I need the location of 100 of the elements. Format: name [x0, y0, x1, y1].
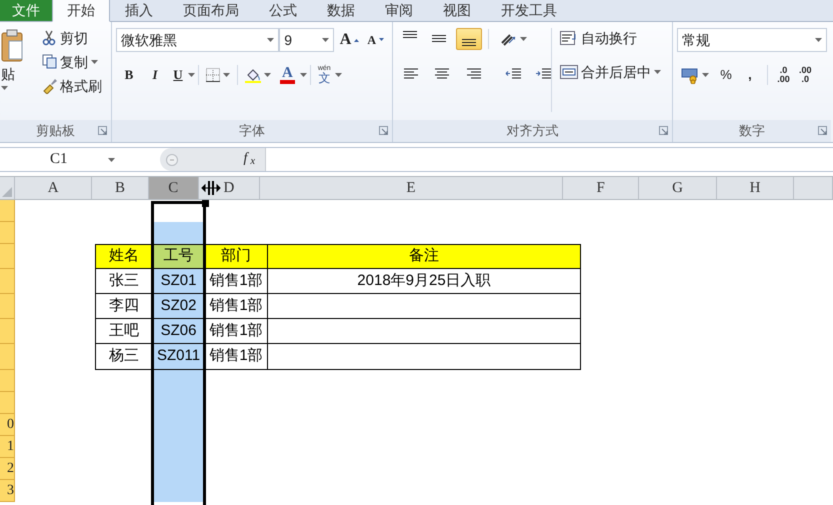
align-top-icon: [403, 31, 417, 38]
table-cell: 销售1部: [205, 269, 268, 294]
caret-icon[interactable]: [267, 38, 274, 42]
triangle-icon: [379, 38, 384, 42]
ribbon-tab[interactable]: 页面布局: [168, 0, 254, 21]
table-cell: SZ02: [153, 294, 205, 319]
ribbon-tab[interactable]: 插入: [110, 0, 168, 21]
align-bottom-icon: [462, 39, 476, 46]
table-cell: 2018年9月25日入职: [268, 269, 581, 294]
number-format-field[interactable]: 常规: [677, 28, 827, 52]
ribbon-tab[interactable]: 数据: [312, 0, 370, 21]
group-label: 对齐方式: [506, 122, 558, 140]
table-cell: 销售1部: [205, 319, 268, 344]
group-label: 字体: [239, 122, 265, 140]
table-cell: SZ011: [153, 344, 205, 370]
money-icon: [681, 66, 699, 84]
font-size-field[interactable]: 9: [279, 28, 334, 52]
selected-cell: [153, 222, 205, 244]
copy-button[interactable]: 复制: [38, 52, 106, 73]
caret-icon[interactable]: [108, 158, 115, 162]
row-header[interactable]: 3: [0, 480, 15, 502]
row-header[interactable]: 2: [0, 458, 15, 480]
table-cell: 销售1部: [205, 344, 268, 370]
caret-icon[interactable]: [188, 72, 195, 76]
caret-icon[interactable]: [223, 72, 230, 76]
splitter-handle-icon[interactable]: [166, 154, 178, 166]
underline-button[interactable]: U: [168, 64, 188, 84]
paintbrush-icon: [42, 78, 57, 94]
triangle-icon: [354, 38, 360, 42]
selected-cell: [153, 370, 205, 392]
column-header[interactable]: F: [562, 177, 640, 199]
font-name-field[interactable]: 微软雅黑: [116, 28, 280, 52]
insert-function-button[interactable]: f$_{x}$: [239, 149, 259, 170]
decrease-decimal-button[interactable]: .00 .0: [796, 64, 814, 86]
increase-indent-icon: [535, 66, 552, 81]
wrap-text-button[interactable]: 自动换行: [556, 28, 665, 49]
caret-icon[interactable]: [815, 38, 822, 42]
caret-icon[interactable]: [91, 60, 98, 64]
table-cell: 李四: [95, 294, 153, 319]
caret-icon[interactable]: [264, 72, 271, 76]
name-box[interactable]: C1: [0, 148, 160, 171]
caret-icon[interactable]: [654, 70, 661, 74]
merge-cells-icon: [560, 64, 578, 80]
ribbon-tab[interactable]: 开发工具: [486, 0, 572, 21]
caret-icon[interactable]: [520, 37, 527, 41]
header-cell: 部门: [205, 244, 268, 269]
ribbon-tab[interactable]: 视图: [428, 0, 486, 21]
table-cell: 王吧: [95, 319, 153, 344]
table-cell: SZ01: [153, 269, 205, 294]
align-left-icon: [403, 66, 419, 81]
row-header[interactable]: 0: [0, 414, 15, 436]
shrink-font-button[interactable]: A: [363, 30, 388, 50]
wrap-text-icon: [560, 30, 578, 46]
table-cell: SZ06: [153, 319, 205, 344]
group-label: 数字: [739, 122, 765, 140]
percent-button[interactable]: %: [716, 65, 736, 85]
column-header[interactable]: G: [639, 177, 717, 199]
borders-icon: [206, 68, 220, 82]
table-cell: 销售1部: [205, 294, 268, 319]
caret-icon[interactable]: [1, 86, 8, 90]
increase-decimal-button[interactable]: .0 .00: [774, 64, 793, 86]
comma-style-button[interactable]: ,: [739, 66, 761, 84]
caret-icon[interactable]: [322, 38, 329, 42]
header-cell: 工号: [153, 244, 205, 269]
align-middle-icon: [432, 35, 446, 42]
header-cell: 姓名: [95, 244, 153, 269]
scissors-icon: [42, 30, 57, 46]
italic-button[interactable]: I: [142, 64, 168, 84]
dialog-launcher-icon[interactable]: [818, 126, 827, 135]
paint-bucket-icon: [245, 66, 261, 82]
bold-button[interactable]: B: [116, 64, 142, 84]
column-header[interactable]: C: [148, 177, 199, 199]
file-tab[interactable]: 文件: [0, 0, 52, 21]
dialog-launcher-icon[interactable]: [98, 126, 107, 135]
column-header[interactable]: E: [260, 177, 563, 199]
selected-cell: [153, 480, 205, 502]
resize-cursor-icon: [201, 180, 221, 196]
copy-icon: [42, 54, 57, 70]
fill-handle[interactable]: [202, 200, 209, 207]
dialog-launcher-icon[interactable]: [379, 126, 388, 135]
caret-icon[interactable]: [702, 73, 709, 77]
column-header[interactable]: H: [716, 177, 794, 199]
align-bottom-button[interactable]: [456, 28, 482, 50]
paste-button[interactable]: 贴: [0, 28, 24, 120]
grow-font-button[interactable]: A: [336, 28, 364, 52]
clipboard-icon: [1, 29, 23, 63]
font-color-button[interactable]: A: [275, 64, 300, 84]
ribbon-tab[interactable]: 开始: [52, 0, 110, 22]
row-header[interactable]: 1: [0, 436, 15, 458]
caret-icon[interactable]: [334, 72, 342, 76]
dialog-launcher-icon[interactable]: [659, 126, 668, 135]
caret-icon[interactable]: [300, 72, 307, 76]
align-right-icon: [466, 66, 482, 81]
merge-center-button[interactable]: 合并后居中: [556, 62, 665, 83]
cut-button[interactable]: 剪切: [38, 28, 106, 49]
format-painter-button[interactable]: 格式刷: [38, 76, 106, 97]
header-cell: 备注: [268, 244, 581, 269]
ribbon-tab[interactable]: 公式: [254, 0, 312, 21]
ribbon-tab[interactable]: 审阅: [370, 0, 428, 21]
column-header[interactable]: A: [15, 177, 92, 199]
